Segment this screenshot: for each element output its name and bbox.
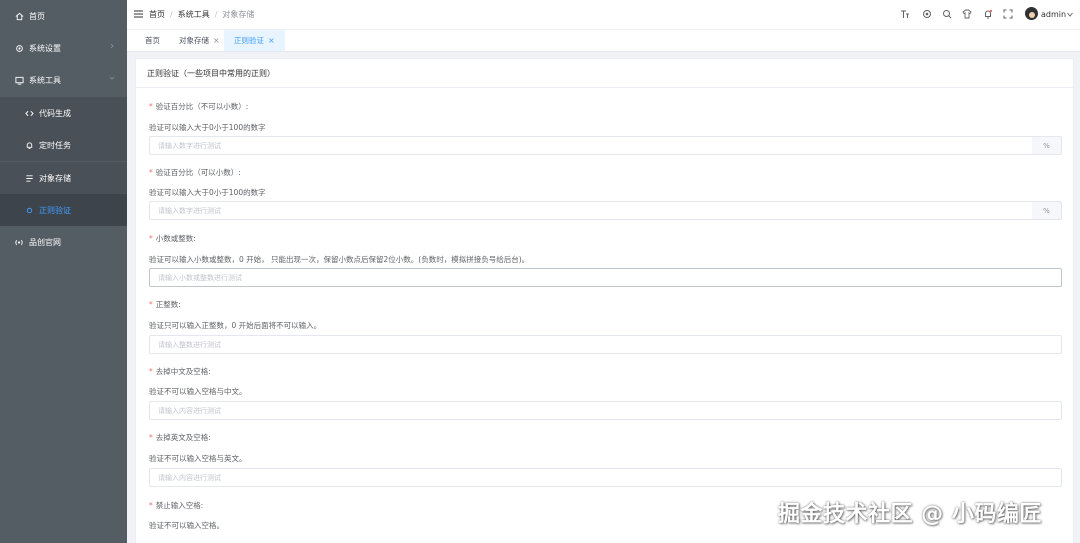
tab-object-storage[interactable]: 对象存储 × bbox=[169, 30, 230, 51]
field-label: * 验证百分比（可以小数）: bbox=[149, 168, 241, 177]
regex-icon bbox=[24, 205, 34, 215]
notification-bell-icon[interactable] bbox=[983, 9, 993, 19]
sidebar-item-label: 对象存储 bbox=[39, 173, 71, 183]
sidebar-item-label: 正则验证 bbox=[39, 205, 71, 215]
tab-label: 正则验证 bbox=[234, 36, 264, 45]
no-chinese-input[interactable] bbox=[149, 401, 1062, 420]
field-description: 验证只可以输入正整数，0 开始后面将不可以输入。 bbox=[149, 321, 322, 330]
decimal-integer-input[interactable] bbox=[149, 268, 1062, 287]
percent-suffix: % bbox=[1032, 136, 1062, 155]
sidebar-item-home[interactable]: 首页 bbox=[0, 0, 127, 32]
tabs-bar: 首页 对象存储 × 正则验证 × bbox=[127, 30, 1080, 52]
field-label: * 小数或整数: bbox=[149, 234, 196, 243]
chevron-down-icon bbox=[109, 76, 115, 80]
sidebar-item-label: 品创官网 bbox=[29, 237, 61, 247]
sidebar-item-scheduled-tasks[interactable]: 定时任务 bbox=[0, 129, 127, 161]
font-size-icon[interactable] bbox=[900, 9, 910, 19]
sidebar-item-label: 首页 bbox=[29, 11, 45, 21]
field-description: 验证可以输入大于0小于100的数字 bbox=[149, 188, 266, 197]
search-icon[interactable] bbox=[942, 9, 952, 19]
breadcrumb-separator: / bbox=[214, 10, 218, 19]
no-english-input[interactable] bbox=[149, 468, 1062, 487]
field-label: * 禁止输入空格: bbox=[149, 501, 204, 510]
settings-icon bbox=[14, 43, 24, 53]
card-title: 正则验证（一些项目中常用的正则） bbox=[136, 59, 1073, 88]
sidebar-item-system-tools[interactable]: 系统工具 bbox=[0, 64, 127, 96]
signal-icon bbox=[14, 237, 24, 247]
fullscreen-icon[interactable] bbox=[1003, 9, 1013, 19]
sidebar-item-label: 系统工具 bbox=[29, 75, 61, 85]
sidebar-item-object-storage[interactable]: 对象存储 bbox=[0, 162, 127, 194]
sidebar-item-regex-validation[interactable]: 正则验证 bbox=[0, 194, 127, 226]
close-icon[interactable]: × bbox=[213, 36, 220, 45]
breadcrumb-separator: / bbox=[170, 10, 173, 19]
required-star: * bbox=[149, 234, 153, 243]
tab-regex-validation[interactable]: 正则验证 × bbox=[224, 30, 285, 51]
breadcrumb: 首页 / 系统工具 / 对象存储 bbox=[149, 9, 254, 20]
required-star: * bbox=[149, 168, 153, 177]
positive-integer-input[interactable] bbox=[149, 335, 1062, 354]
sidebar-item-label: 定时任务 bbox=[39, 140, 71, 150]
tab-home[interactable]: 首页 bbox=[135, 30, 170, 51]
breadcrumb-item-current: 对象存储 bbox=[222, 10, 255, 19]
breadcrumb-item-system-tools[interactable]: 系统工具 bbox=[178, 9, 210, 20]
field-description: 验证不可以输入空格与英文。 bbox=[149, 454, 247, 463]
sidebar: 首页 系统设置 系统工具 代码生成 定时任务 对象存储 正则验证 品创官网 bbox=[0, 0, 127, 543]
required-star: * bbox=[149, 501, 153, 510]
breadcrumb-item-home[interactable]: 首页 bbox=[149, 9, 165, 20]
home-icon bbox=[14, 11, 24, 21]
required-star: * bbox=[149, 102, 153, 111]
top-header: 首页 / 系统工具 / 对象存储 admin bbox=[127, 0, 1080, 30]
required-star: * bbox=[149, 300, 153, 309]
field-description: 验证可以输入大于0小于100的数字 bbox=[149, 123, 266, 132]
bell-icon bbox=[24, 140, 34, 150]
hamburger-icon[interactable] bbox=[134, 10, 143, 18]
field-description: 验证不可以输入空格。 bbox=[149, 521, 224, 530]
field-label: * 去掉英文及空格: bbox=[149, 433, 211, 442]
watermark: 掘金技术社区 @ 小码编匠 bbox=[778, 502, 1042, 527]
field-label: * 验证百分比（不可以小数）: bbox=[149, 102, 249, 111]
percent-suffix: % bbox=[1032, 201, 1062, 220]
tools-icon bbox=[14, 75, 24, 85]
tab-label: 首页 bbox=[145, 36, 160, 45]
close-icon[interactable]: × bbox=[268, 36, 275, 45]
sidebar-item-label: 代码生成 bbox=[39, 108, 71, 118]
username[interactable]: admin bbox=[1041, 10, 1066, 19]
chevron-right-icon bbox=[110, 43, 114, 49]
required-star: * bbox=[149, 367, 153, 376]
sidebar-item-system-settings[interactable]: 系统设置 bbox=[0, 32, 127, 64]
avatar[interactable] bbox=[1025, 7, 1038, 20]
required-star: * bbox=[149, 433, 153, 442]
field-label: * 去掉中文及空格: bbox=[149, 367, 211, 376]
field-label: * 正整数: bbox=[149, 300, 181, 309]
storage-icon bbox=[24, 173, 34, 183]
percent-integer-input[interactable] bbox=[149, 136, 1032, 155]
percent-decimal-input[interactable] bbox=[149, 201, 1032, 220]
skin-icon[interactable] bbox=[962, 9, 972, 19]
sidebar-item-code-gen[interactable]: 代码生成 bbox=[0, 97, 127, 129]
theme-icon[interactable] bbox=[922, 9, 932, 19]
tab-label: 对象存储 bbox=[179, 36, 209, 45]
chevron-down-icon[interactable] bbox=[1067, 12, 1073, 17]
sidebar-item-official-site[interactable]: 品创官网 bbox=[0, 226, 127, 258]
code-icon bbox=[24, 108, 34, 118]
regex-card: 正则验证（一些项目中常用的正则） * 验证百分比（不可以小数）: 验证可以输入大于… bbox=[135, 58, 1074, 543]
field-description: 验证不可以输入空格与中文。 bbox=[149, 387, 247, 396]
field-description: 验证可以输入小数或整数，0 开始， 只能出现一次，保留小数点后保留2位小数。(负… bbox=[149, 255, 530, 264]
sidebar-item-label: 系统设置 bbox=[29, 43, 61, 53]
